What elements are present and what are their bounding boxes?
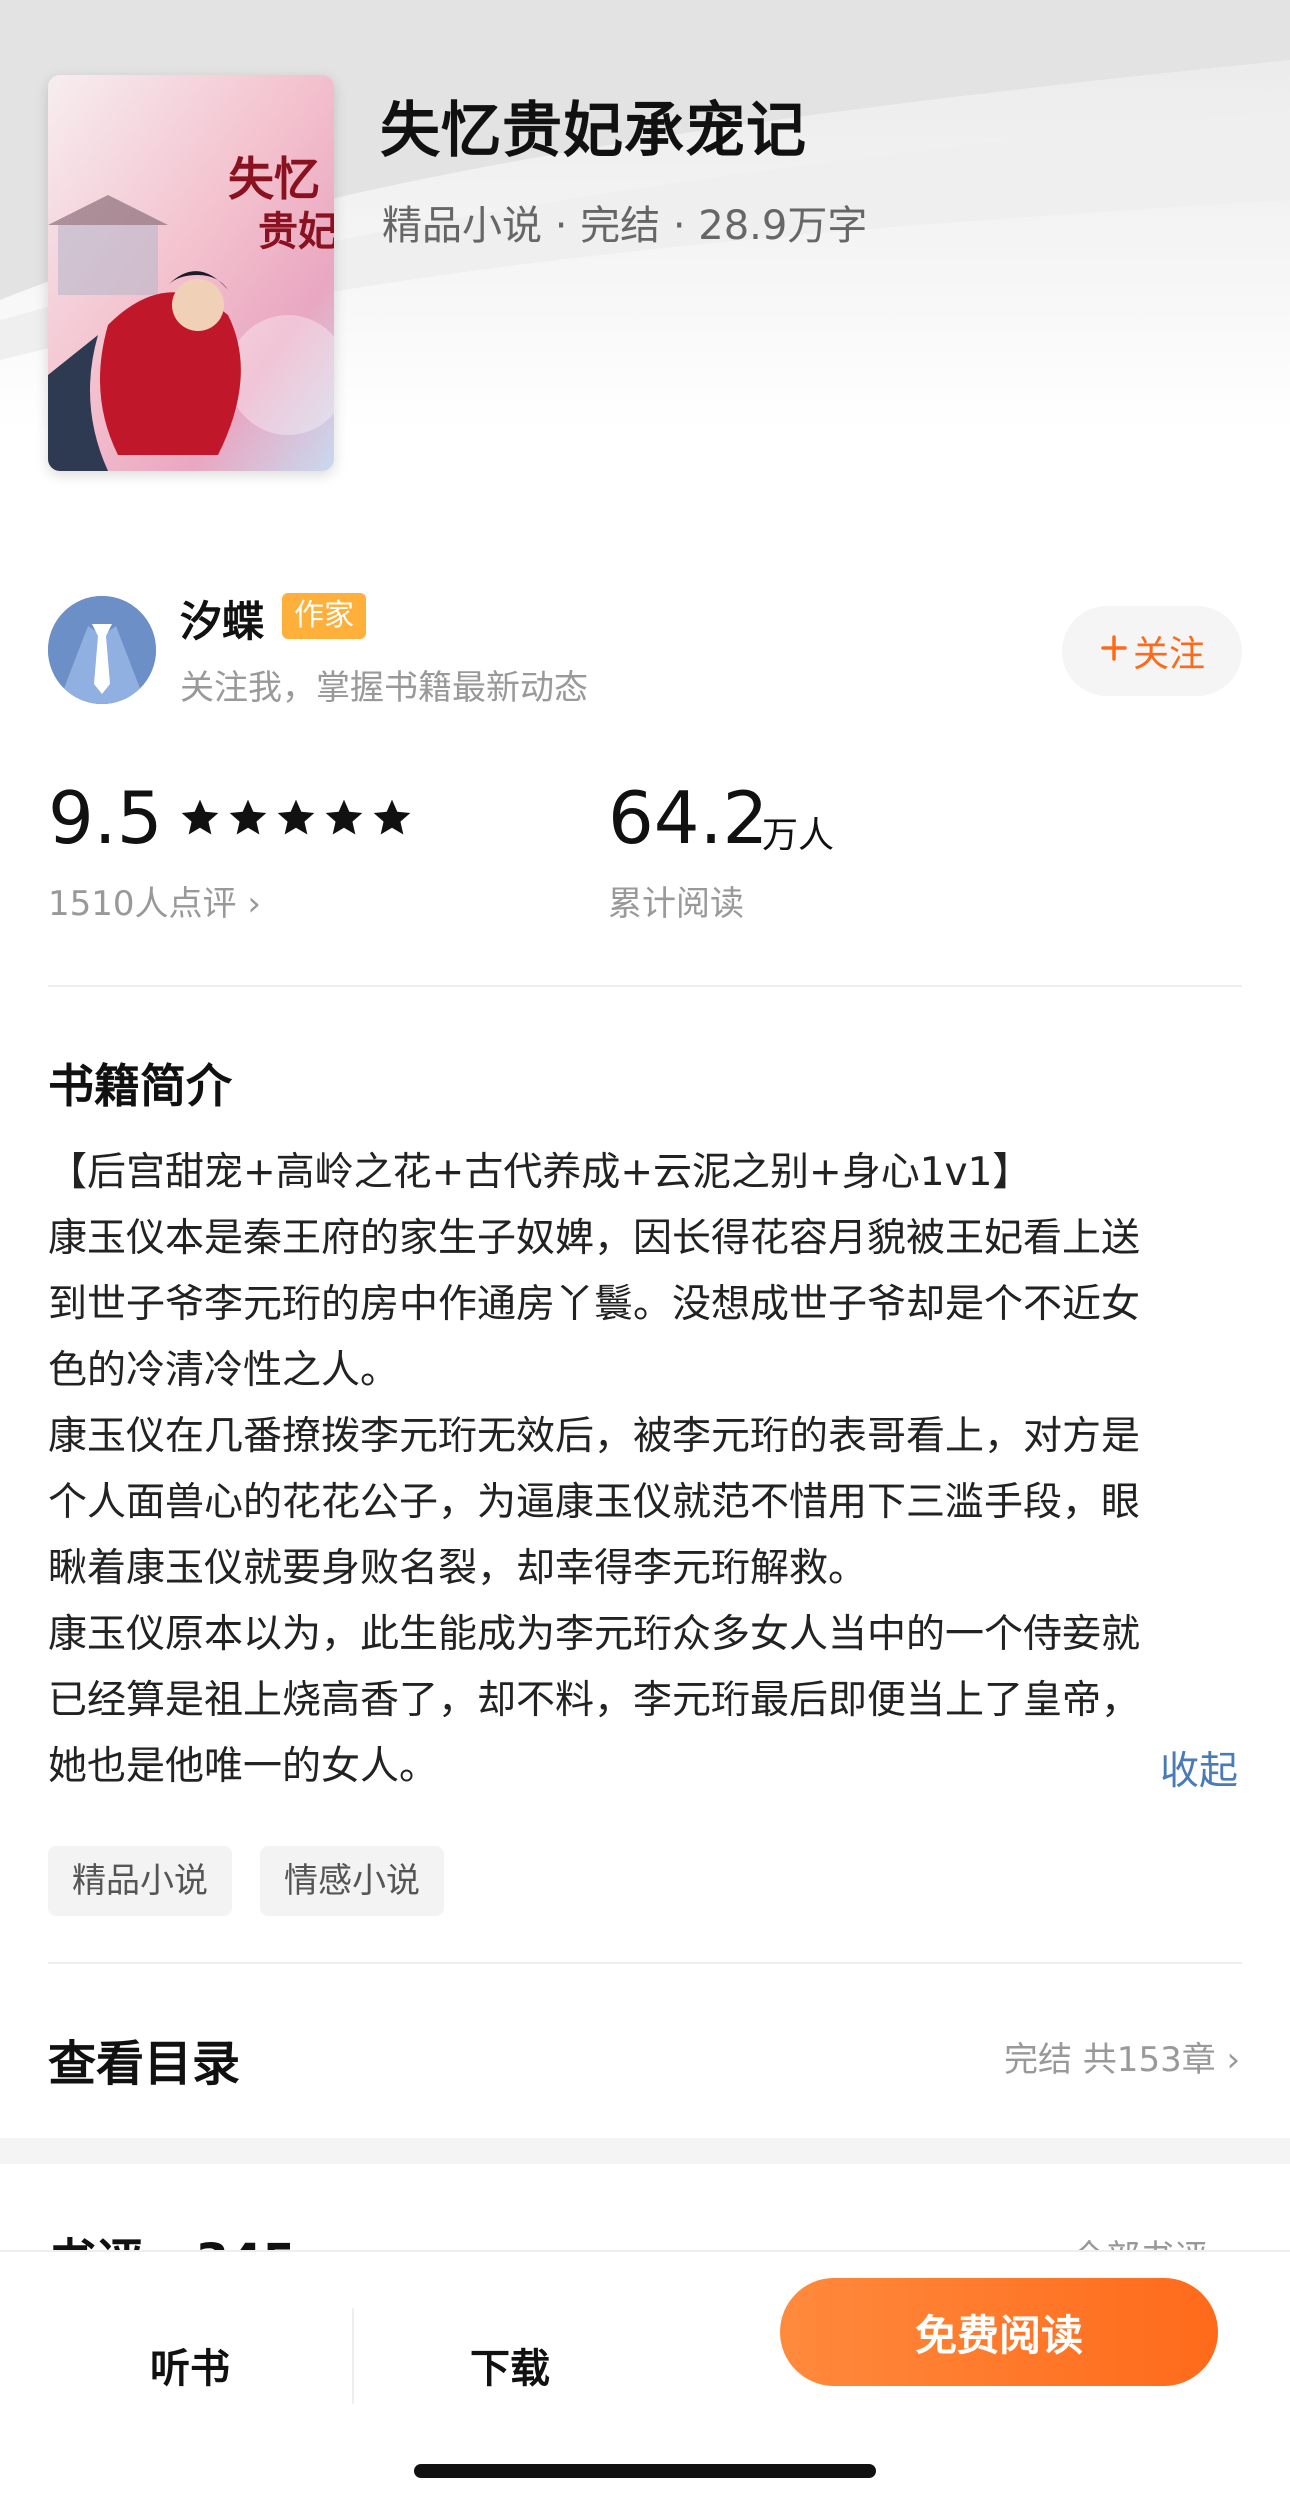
intro-line: 【后宫甜宠+高岭之花+古代养成+云泥之别+身心1v1】 — [48, 1150, 1032, 1195]
toc-info-link[interactable]: 完结 共153章 › — [1004, 2032, 1240, 2081]
star-icon — [181, 799, 219, 835]
tag-chip[interactable]: 情感小说 — [260, 1846, 444, 1916]
intro-line: 康玉仪本是秦王府的家生子奴婢，因长得花容月貌被王妃看上送 — [48, 1216, 1141, 1261]
follow-label: 关注 — [1132, 634, 1205, 675]
author-name[interactable]: 汐蝶 — [180, 588, 264, 649]
toc-info: 完结 共153章 — [1004, 2040, 1216, 2080]
toc-title[interactable]: 查看目录 — [48, 2024, 240, 2094]
star-icon — [325, 799, 363, 835]
star-icon — [277, 799, 315, 835]
book-cover-image[interactable]: 失忆 贵妃 — [48, 75, 334, 471]
rating-stars — [178, 796, 414, 840]
listen-button[interactable]: 听书 — [150, 2336, 230, 2394]
rating-count: 1510人点评 — [48, 884, 237, 924]
intro-heading: 书籍简介 — [48, 1059, 232, 1113]
home-indicator — [414, 2464, 876, 2478]
plus-icon — [1099, 631, 1129, 672]
intro-line: 康玉仪在几番撩拨李元珩无效后，被李元珩的表哥看上，对方是 — [48, 1414, 1141, 1459]
free-read-button[interactable]: 免费阅读 — [780, 2278, 1218, 2386]
author-badge: 作家 — [282, 593, 366, 639]
intro-line: 到世子爷李元珩的房中作通房丫鬟。没想成世子爷却是个不近女 — [48, 1282, 1141, 1327]
book-title: 失忆贵妃承宠记 — [380, 96, 807, 166]
intro-line: 色的冷清冷性之人。 — [48, 1348, 400, 1393]
rating-score: 9.5 — [48, 776, 163, 860]
download-button[interactable]: 下载 — [470, 2336, 550, 2394]
svg-text:失忆: 失忆 — [228, 152, 320, 206]
section-gap — [0, 2138, 1290, 2164]
divider — [48, 1962, 1242, 1964]
total-reads-unit: 万人 — [762, 815, 835, 856]
total-reads-value: 64.2 — [608, 776, 769, 860]
book-meta: 精品小说 · 完结 · 28.9万字 — [382, 203, 868, 249]
chevron-right-icon: › — [1226, 2040, 1241, 2080]
intro-line: 她也是他唯一的女人。 — [48, 1744, 439, 1789]
star-icon — [373, 799, 411, 835]
intro-line: 已经算是祖上烧高香了，却不料，李元珩最后即便当上了皇帝， — [48, 1678, 1141, 1723]
author-description: 关注我，掌握书籍最新动态 — [180, 668, 588, 708]
collapse-link[interactable]: 收起 — [1160, 1740, 1238, 1796]
svg-text:贵妃: 贵妃 — [258, 208, 334, 255]
total-reads-label: 累计阅读 — [608, 884, 744, 924]
intro-line: 瞅着康玉仪就要身败名裂，却幸得李元珩解救。 — [48, 1546, 868, 1591]
author-avatar[interactable] — [48, 596, 156, 704]
follow-button[interactable]: 关注 — [1062, 606, 1242, 696]
divider — [352, 2308, 354, 2404]
divider — [48, 985, 1242, 987]
intro-text: 【后宫甜宠+高岭之花+古代养成+云泥之别+身心1v1】 康玉仪本是秦王府的家生子… — [48, 1140, 1248, 1800]
intro-line: 康玉仪原本以为，此生能成为李元珩众多女人当中的一个侍妾就 — [48, 1612, 1141, 1657]
tag-chip[interactable]: 精品小说 — [48, 1846, 232, 1916]
rating-count-link[interactable]: 1510人点评 › — [48, 876, 261, 925]
chevron-right-icon: › — [247, 884, 261, 924]
star-icon — [229, 799, 267, 835]
intro-line: 个人面兽心的花花公子，为逼康玉仪就范不惜用下三滥手段，眼 — [48, 1480, 1141, 1525]
